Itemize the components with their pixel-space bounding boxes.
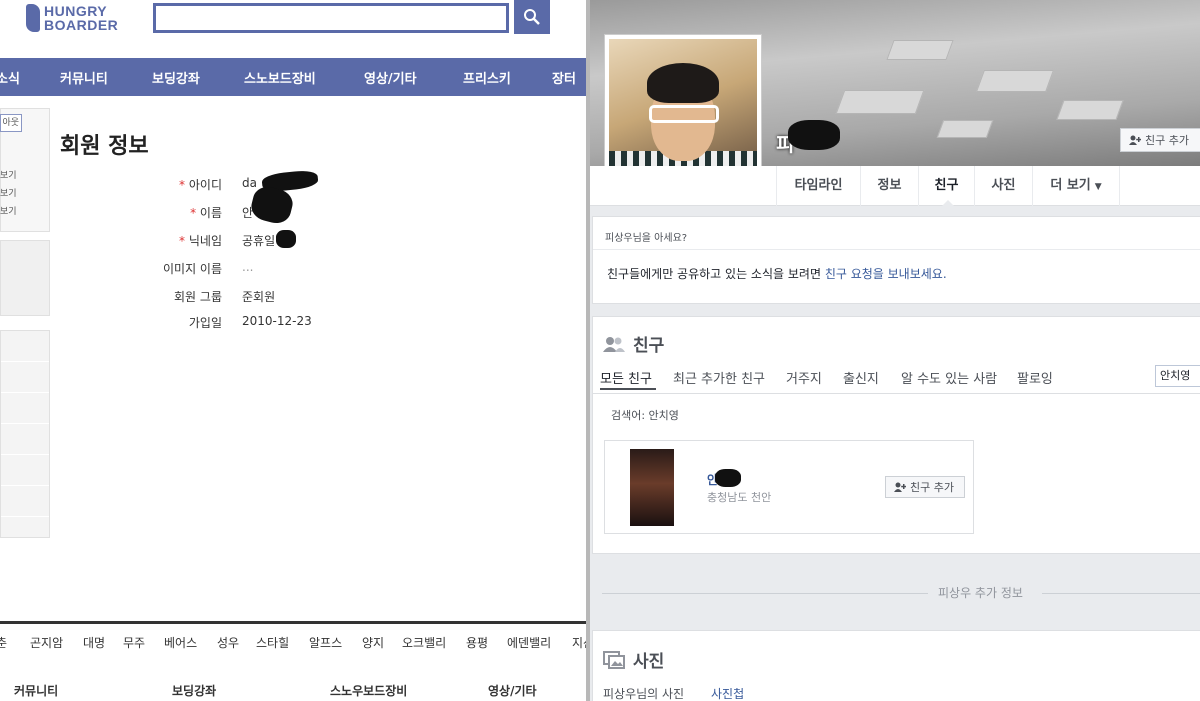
page-title: 회원 정보 [60,134,149,159]
nav-item-video[interactable]: 영상/기타 [364,68,417,87]
redaction-mark [715,469,741,487]
resort-link[interactable]: 용평 [466,634,488,651]
sidebar-link[interactable]: 보기 [0,186,17,199]
friends-filter-recent[interactable]: 최근 추가한 친구 [673,368,765,387]
cover-detail [835,90,925,114]
sidebar-link[interactable]: 보기 [0,204,17,217]
resort-link[interactable]: 춘 [0,634,7,651]
resort-link[interactable]: 스타힐 [256,634,289,651]
more-info-divider: 피상우 추가 정보 [590,584,1200,602]
joined-value: 2010-12-23 [242,314,312,328]
cover-detail [1056,100,1124,120]
cover-detail [886,40,954,60]
add-friend-button[interactable]: 친구 추가 [1120,128,1200,152]
photos-icon [603,650,625,669]
friend-add-button[interactable]: 친구 추가 [885,476,965,498]
nav-item-news[interactable]: 소식 [0,68,20,87]
friends-icon [603,336,625,352]
nickname-value: 공휴일 [242,234,276,248]
redaction-mark [276,230,296,248]
friends-filter-hometown[interactable]: 출신지 [843,368,879,387]
resort-link[interactable]: 대명 [83,634,105,651]
sidebar-banner[interactable] [0,240,50,316]
facebook-profile-window: 피 친구 추가 타임라인 정보 친구 사진 더 보기 ▼ 피상우님을 아세요? 친… [590,0,1200,701]
more-info-label[interactable]: 피상우 추가 정보 [938,584,1023,601]
friends-filter-residence[interactable]: 거주지 [786,368,822,387]
logo-mark-icon [26,4,40,32]
resort-link[interactable]: 무주 [123,634,145,651]
tab-more[interactable]: 더 보기 ▼ [1032,166,1120,206]
logout-button[interactable]: 아웃 [0,114,22,132]
tab-about[interactable]: 정보 [860,166,918,206]
resort-link[interactable]: 베어스 [164,634,197,651]
photos-tab-albums[interactable]: 사진첩 [711,685,744,701]
footer-nav-gear[interactable]: 스노우보드장비 [330,682,407,699]
panel-heading: 피상우님을 아세요? [605,233,688,244]
required-mark: * [190,206,200,220]
nav-item-lessons[interactable]: 보딩강좌 [152,68,200,87]
search-input[interactable] [153,3,509,33]
logo-line-2: BOARDER [44,17,119,33]
search-button[interactable] [514,0,550,34]
dropdown-caret-icon: ▼ [1094,182,1102,192]
footer-nav-video[interactable]: 영상/기타 [488,682,537,699]
resort-link[interactable]: 곤지암 [30,634,63,651]
footer-nav-lessons[interactable]: 보딩강좌 [172,682,216,699]
tab-timeline[interactable]: 타임라인 [776,166,860,206]
hungryboarder-window: HUNGRY BOARDER 소식 커뮤니티 보딩강좌 스노보드장비 영상/기타… [0,0,588,701]
cover-detail [975,70,1055,92]
nav-item-freeski[interactable]: 프리스키 [463,68,511,87]
nav-item-gear[interactable]: 스노보드장비 [244,68,316,87]
profile-tabs: 타임라인 정보 친구 사진 더 보기 ▼ [590,166,1200,207]
friend-search-input[interactable]: 안치영 [1155,365,1200,387]
logo-line-1: HUNGRY [44,3,108,19]
photos-heading: 사진 [603,647,664,672]
resort-link[interactable]: 에덴밸리 [507,634,551,651]
know-this-person-panel: 피상우님을 아세요? 친구들에게만 공유하고 있는 소식을 보려면 친구 요청을… [592,216,1200,304]
friends-filter-all[interactable]: 모든 친구 [600,368,652,387]
friend-avatar[interactable] [630,449,674,526]
search-term-label: 검색어: 안치영 [611,409,679,422]
friends-heading: 친구 [603,331,664,356]
add-friend-icon [1129,135,1141,145]
tab-friends[interactable]: 친구 [918,166,974,207]
hungryboarder-logo[interactable]: HUNGRY BOARDER [26,2,118,34]
active-filter-underline [600,388,656,390]
add-friend-icon [894,482,906,492]
resort-link[interactable]: 알프스 [309,634,342,651]
nav-item-community[interactable]: 커뮤니티 [60,68,108,87]
friend-location: 충청남도 천안 [707,491,772,504]
friends-filter-maybe[interactable]: 알 수도 있는 사람 [901,368,997,387]
resort-link[interactable]: 성우 [217,634,239,651]
photos-tab-own[interactable]: 피상우님의 사진 [603,685,684,701]
friend-result-card: 안 충청남도 천안 친구 추가 [604,440,974,534]
cover-detail [936,120,994,138]
footer-divider [0,621,588,624]
tab-photos[interactable]: 사진 [974,166,1032,206]
send-request-link[interactable]: 친구 요청을 보내보세요. [825,267,947,281]
know-panel-text: 친구들에게만 공유하고 있는 소식을 보려면 친구 요청을 보내보세요. [607,267,947,281]
search-icon [524,9,540,25]
friends-filter-following[interactable]: 팔로잉 [1017,368,1053,387]
id-value: da [242,176,257,190]
redaction-mark [788,120,840,150]
group-value: 준회원 [242,290,276,304]
main-nav: 소식 커뮤니티 보딩강좌 스노보드장비 영상/기타 프리스키 장터 [0,58,588,96]
resort-link[interactable]: 오크밸리 [402,634,446,651]
sidebar-list-box [0,330,50,538]
sidebar-link[interactable]: 보기 [0,168,17,181]
image-name-value: ... [242,260,254,274]
nav-item-market[interactable]: 장터 [552,68,576,87]
resort-link[interactable]: 양지 [362,634,384,651]
footer-nav-community[interactable]: 커뮤니티 [14,682,58,699]
required-mark: * [179,234,189,248]
photos-panel: 사진 피상우님의 사진 사진첩 [592,630,1200,701]
required-mark: * [179,178,189,192]
